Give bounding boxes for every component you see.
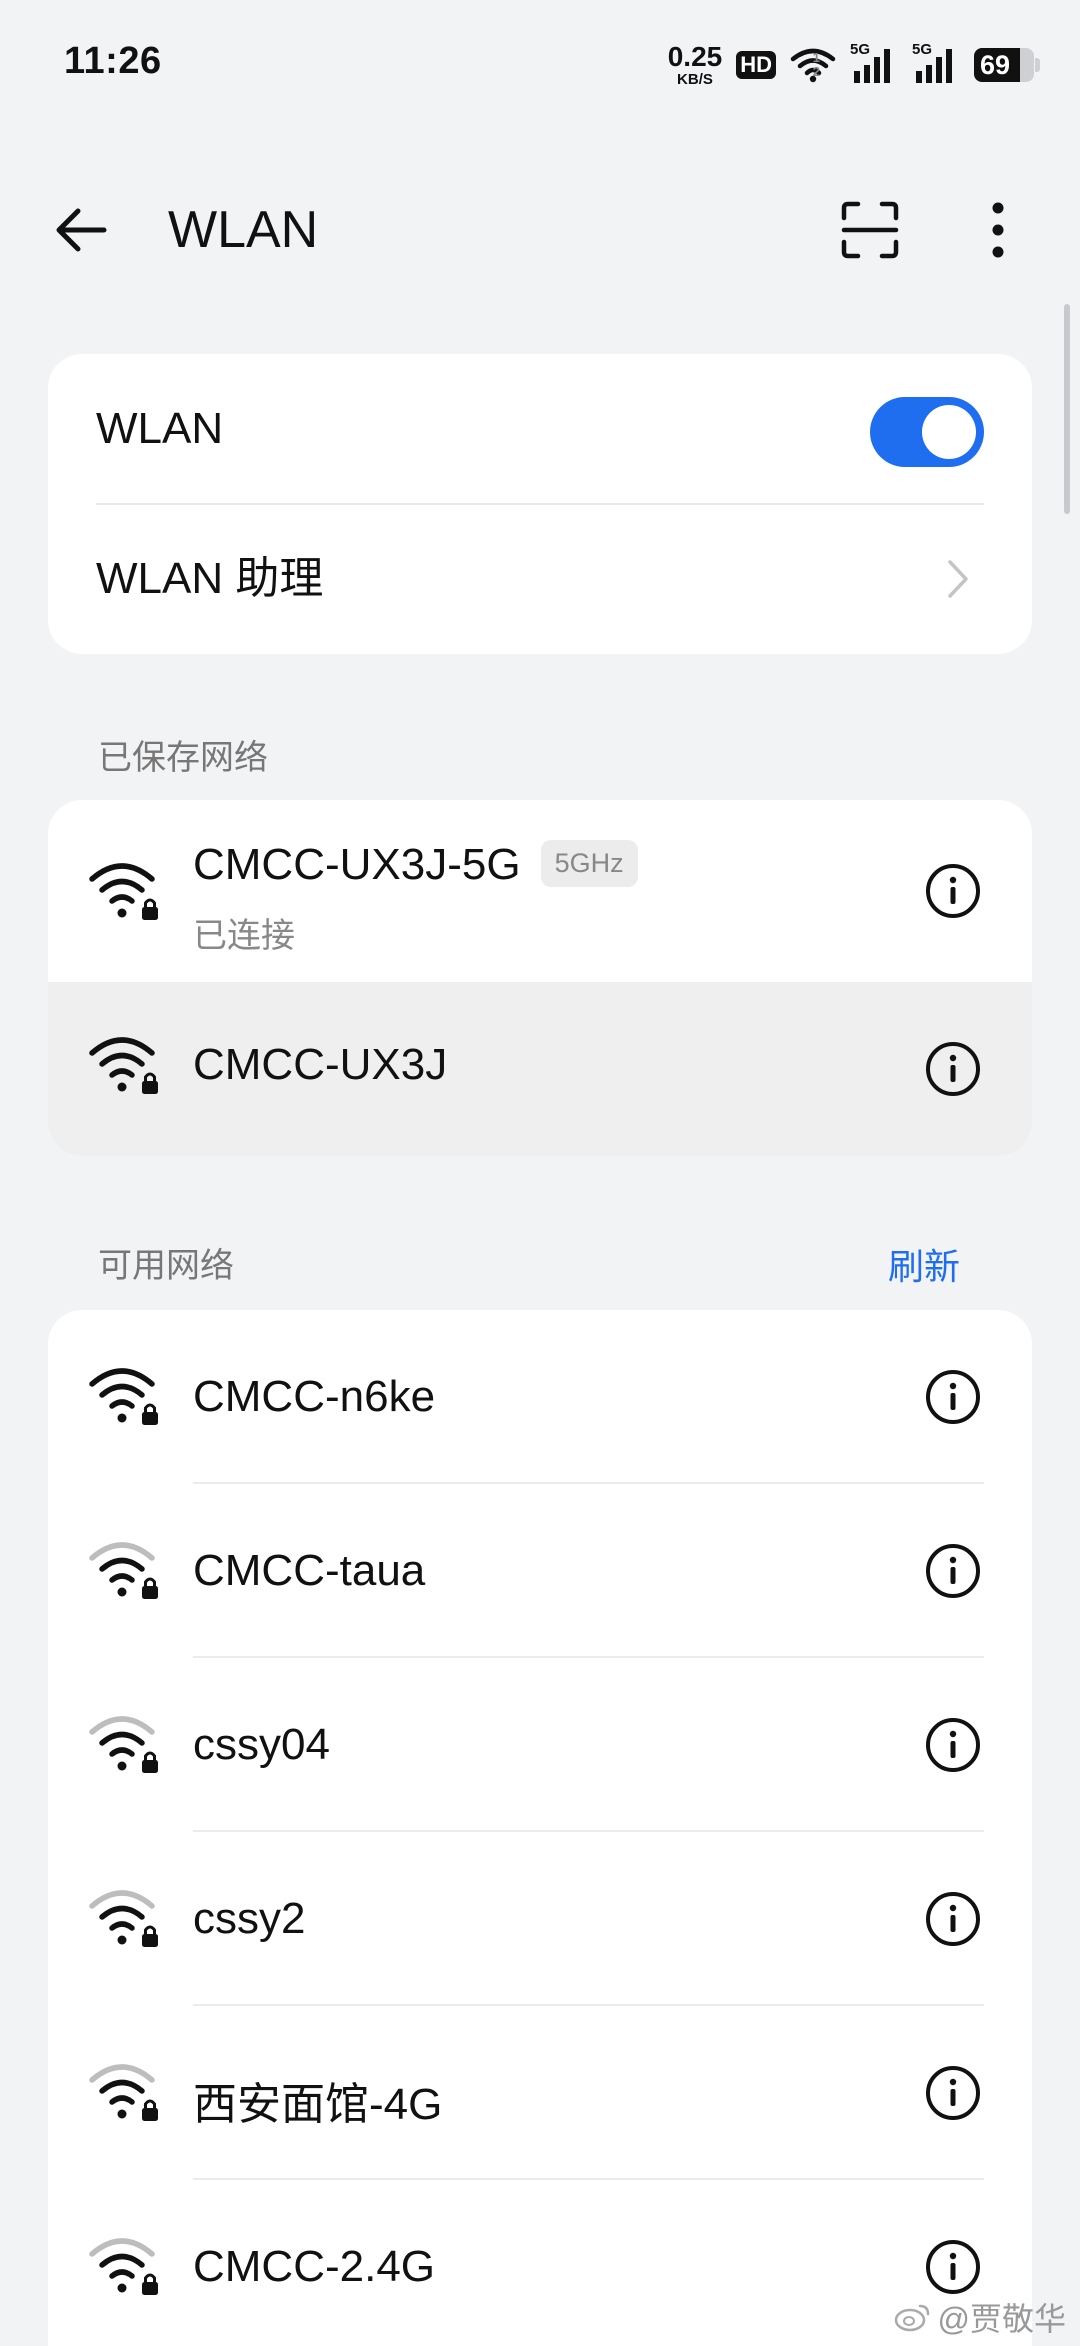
battery-icon: 69 <box>974 46 1040 84</box>
battery-level: 69 <box>974 48 1020 82</box>
network-name: CMCC-n6ke <box>193 1372 436 1421</box>
wifi-lock-icon <box>89 1368 158 1425</box>
saved-networks-label: 已保存网络 <box>98 739 268 777</box>
wlan-toggle-row[interactable]: WLAN <box>48 354 1032 504</box>
wifi-lock-icon <box>89 1716 158 1773</box>
scrollbar[interactable] <box>1064 304 1070 514</box>
wifi-lock-icon <box>89 2238 158 2295</box>
network-name: CMCC-UX3J-5G <box>193 840 521 889</box>
wlan-toggle-label: WLAN <box>96 404 224 453</box>
weibo-logo-icon <box>894 2304 929 2332</box>
network-name: CMCC-2.4G <box>193 2242 436 2291</box>
wifi-lock-icon <box>89 2064 158 2121</box>
network-item-connected[interactable]: CMCC-UX3J-5G 5GHz 已连接 <box>48 800 1032 982</box>
wifi-lock-icon <box>89 863 158 920</box>
net-speed-value: 0.25 <box>667 41 723 72</box>
network-name: CMCC-taua <box>193 1546 426 1595</box>
wlan-assistant-label: WLAN 助理 <box>96 554 324 603</box>
network-name: 西安面馆-4G <box>193 2080 443 2129</box>
sim1-label: 5G <box>850 41 871 58</box>
wlan-settings-card: WLAN WLAN 助理 <box>48 354 1032 654</box>
available-networks-label: 可用网络 <box>98 1247 234 1285</box>
network-item[interactable]: CMCC-2.4G <box>48 2180 1032 2346</box>
info-icon[interactable] <box>918 1362 988 1432</box>
info-icon[interactable] <box>918 1710 988 1780</box>
app-bar: WLAN <box>0 170 1080 290</box>
hd-sub-top: 1 <box>812 50 820 66</box>
info-icon[interactable] <box>918 1034 988 1104</box>
status-icons: 0.25 KB/S HD 12 5G 5G 69 <box>668 40 1040 90</box>
signal-icon-sim2: 5G <box>912 41 960 85</box>
info-icon[interactable] <box>918 1884 988 1954</box>
hd-sub-bottom: 2 <box>812 64 820 79</box>
status-bar: 11:26 0.25 KB/S HD 12 5G 5G 69 <box>0 0 1080 120</box>
network-name: cssy2 <box>193 1894 306 1943</box>
wlan-assistant-row[interactable]: WLAN 助理 <box>48 504 1032 654</box>
network-item[interactable]: cssy2 <box>48 1832 1032 2006</box>
info-icon[interactable] <box>918 856 988 926</box>
wifi-lock-icon <box>89 1890 158 1947</box>
more-vertical-icon[interactable] <box>966 198 1030 262</box>
network-item[interactable]: CMCC-taua <box>48 1484 1032 1658</box>
wifi-lock-icon <box>89 1542 158 1599</box>
network-item[interactable]: 西安面馆-4G <box>48 2006 1032 2180</box>
scan-icon[interactable] <box>838 198 902 262</box>
network-item[interactable]: CMCC-n6ke <box>48 1310 1032 1484</box>
watermark: @贾敬华 <box>894 2294 1067 2340</box>
network-name: cssy04 <box>193 1720 330 1769</box>
saved-networks-card: CMCC-UX3J-5G 5GHz 已连接 CMCC-UX3J <box>48 800 1032 1156</box>
status-time: 11:26 <box>64 40 162 82</box>
network-item[interactable]: CMCC-UX3J <box>48 982 1032 1156</box>
info-icon[interactable] <box>918 2232 988 2302</box>
refresh-button[interactable]: 刷新 <box>888 1238 960 1290</box>
chevron-right-icon <box>948 560 968 598</box>
available-networks-card: CMCC-n6ke CMCC-taua cssy04 cssy2 西安面馆-4G… <box>48 1310 1032 2346</box>
network-item[interactable]: cssy04 <box>48 1658 1032 1832</box>
hd-label: HD <box>736 51 776 79</box>
info-icon[interactable] <box>918 2058 988 2128</box>
hd-indicator: HD 12 <box>736 51 820 79</box>
info-icon[interactable] <box>918 1536 988 1606</box>
network-name: CMCC-UX3J <box>193 1040 448 1089</box>
wlan-toggle[interactable] <box>870 397 984 467</box>
net-speed: 0.25 KB/S <box>667 41 723 88</box>
net-speed-unit: KB/S <box>677 71 713 88</box>
wifi-lock-icon <box>89 1037 158 1094</box>
sim2-label: 5G <box>912 41 933 58</box>
band-badge: 5GHz <box>540 839 638 887</box>
signal-icon-sim1: 5G <box>850 41 898 85</box>
network-status: 已连接 <box>193 917 295 955</box>
back-arrow-icon[interactable] <box>50 198 114 262</box>
watermark-text: @贾敬华 <box>937 2301 1067 2337</box>
page-title: WLAN <box>168 201 319 259</box>
